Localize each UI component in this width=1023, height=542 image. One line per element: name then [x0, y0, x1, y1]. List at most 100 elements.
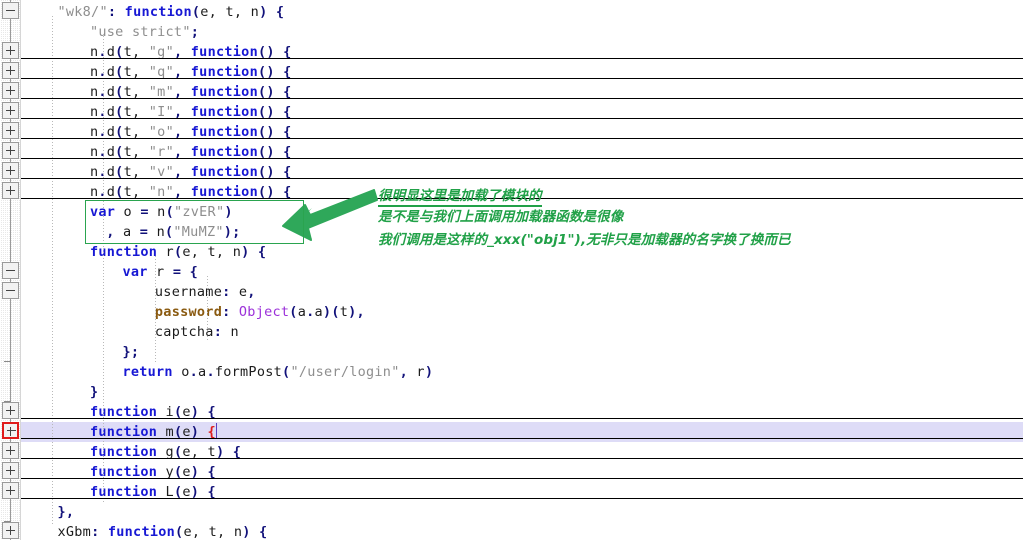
code-token: : — [213, 324, 223, 340]
code-token: : — [107, 4, 117, 20]
code-token: )( — [322, 304, 340, 320]
code-line[interactable]: n.d(t, "r", function() { — [21, 142, 1023, 162]
code-line[interactable]: "wk8/": function(e, t, n) { — [21, 2, 1023, 22]
fold-expand-icon[interactable] — [2, 42, 19, 59]
indent-guide — [52, 16, 53, 524]
code-line[interactable]: function y(e) { — [21, 462, 1023, 482]
fold-separator-line — [21, 78, 1023, 79]
code-surface[interactable]: "wk8/": function(e, t, n) {"use strict";… — [21, 0, 1023, 540]
code-token: : — [222, 304, 231, 320]
code-line[interactable]: } — [21, 382, 1023, 402]
fold-expand-icon[interactable] — [2, 442, 19, 459]
code-line-text: xGbm: function(e, t, n) { — [21, 522, 267, 542]
code-line[interactable]: function i(e) { — [21, 402, 1023, 422]
fold-separator-line — [21, 118, 1023, 119]
code-line-text: n.d(t, "v", function() { — [21, 162, 292, 182]
code-line-text: return o.a.formPost("/user/login", r) — [21, 362, 433, 382]
code-editor[interactable]: "wk8/": function(e, t, n) {"use strict";… — [0, 0, 1023, 540]
code-line[interactable]: n.d(t, "v", function() { — [21, 162, 1023, 182]
fold-separator-line — [21, 418, 1023, 419]
code-token: return — [122, 364, 173, 380]
code-line-text: }, — [21, 502, 74, 522]
annotation-note-1: 很明显这里是加载了模块的 — [378, 184, 542, 207]
fold-separator-line — [21, 178, 1023, 179]
code-line[interactable]: n.d(t, "m", function() { — [21, 82, 1023, 102]
code-line[interactable]: function g(e, t) { — [21, 442, 1023, 462]
code-line-text: n.d(t, "g", function() { — [21, 42, 292, 62]
fold-gutter[interactable] — [0, 0, 21, 540]
code-token: : — [222, 284, 231, 300]
fold-expand-icon[interactable] — [2, 522, 19, 539]
indent-guide — [155, 256, 156, 362]
code-token: username — [154, 284, 223, 300]
code-line-current[interactable]: function m(e) { — [21, 422, 1023, 442]
code-token: xGbm — [57, 524, 92, 540]
code-line-text: var r = { — [21, 262, 198, 282]
annotation-note-2: 是不是与我们上面调用加载器函数是很像 — [378, 209, 624, 225]
fold-expand-icon[interactable] — [2, 402, 19, 419]
fold-separator-line — [21, 478, 1023, 479]
code-token: ) { — [242, 524, 268, 540]
code-line-text: function y(e) { — [21, 462, 216, 482]
fold-expand-icon[interactable] — [2, 102, 19, 119]
code-line[interactable]: n.d(t, "o", function() { — [21, 122, 1023, 142]
fold-collapse-icon[interactable] — [2, 2, 19, 19]
code-line[interactable]: n.d(t, "g", function() { — [21, 42, 1023, 62]
code-line[interactable]: xGbm: function(e, t, n) { — [21, 522, 1023, 542]
code-line-text: function m(e) { — [21, 422, 217, 442]
fold-separator-line — [21, 458, 1023, 459]
code-line[interactable]: captcha: n — [21, 322, 1023, 342]
code-token: e — [230, 284, 248, 300]
code-token: e, t, n — [183, 524, 243, 540]
code-line-text: function g(e, t) { — [21, 442, 241, 462]
code-token: e, t, n — [200, 4, 260, 20]
fold-expand-icon[interactable] — [2, 462, 19, 479]
fold-expand-icon[interactable] — [2, 162, 19, 179]
code-token: r — [157, 244, 174, 260]
fold-collapse-icon[interactable] — [2, 262, 19, 279]
code-token: Object — [238, 304, 290, 320]
code-line-text: }; — [21, 342, 139, 362]
code-token: ), — [348, 304, 365, 320]
code-line[interactable]: }, — [21, 502, 1023, 522]
code-line[interactable]: n.d(t, "I", function() { — [21, 102, 1023, 122]
code-token: } — [89, 384, 99, 400]
code-line[interactable]: n.d(t, "q", function() { — [21, 62, 1023, 82]
code-token: a — [297, 304, 307, 320]
code-line[interactable]: return o.a.formPost("/user/login", r) — [21, 362, 1023, 382]
code-line[interactable]: var r = { — [21, 262, 1023, 282]
annotation-note-3: 我们调用是这样的_xxx("obj1"),无非只是加载器的名字换了换而已 — [378, 232, 791, 248]
code-token: t — [339, 304, 349, 320]
fold-expand-icon[interactable] — [2, 422, 19, 439]
code-token: function — [124, 4, 192, 20]
code-line-text: "use strict"; — [21, 22, 199, 42]
code-token: ( — [191, 4, 201, 20]
code-token: captcha — [154, 324, 214, 340]
code-line[interactable]: username: e, — [21, 282, 1023, 302]
code-line-text: n.d(t, "m", function() { — [21, 82, 292, 102]
code-line-text: function L(e) { — [21, 482, 216, 502]
code-line[interactable]: password: Object(a.a)(t), — [21, 302, 1023, 322]
fold-separator-line — [21, 138, 1023, 139]
code-token: ) — [424, 364, 434, 380]
code-line-text: password: Object(a.a)(t), — [21, 302, 365, 322]
code-line[interactable]: function L(e) { — [21, 482, 1023, 502]
code-line-text: n.d(t, "r", function() { — [21, 142, 292, 162]
code-line-text: function r(e, t, n) { — [21, 242, 266, 262]
code-token: o — [172, 364, 190, 380]
fold-collapse-icon[interactable] — [2, 282, 19, 299]
fold-expand-icon[interactable] — [2, 62, 19, 79]
code-token: . — [189, 364, 199, 380]
fold-expand-icon[interactable] — [2, 122, 19, 139]
code-token: function — [107, 524, 176, 540]
code-line[interactable]: }; — [21, 342, 1023, 362]
code-line[interactable]: "use strict"; — [21, 22, 1023, 42]
text-caret — [215, 423, 217, 439]
fold-expand-icon[interactable] — [2, 182, 19, 199]
fold-expand-icon[interactable] — [2, 482, 19, 499]
code-token: r — [416, 364, 425, 380]
fold-expand-icon[interactable] — [2, 82, 19, 99]
fold-expand-icon[interactable] — [2, 142, 19, 159]
code-token: ) { — [241, 244, 267, 260]
